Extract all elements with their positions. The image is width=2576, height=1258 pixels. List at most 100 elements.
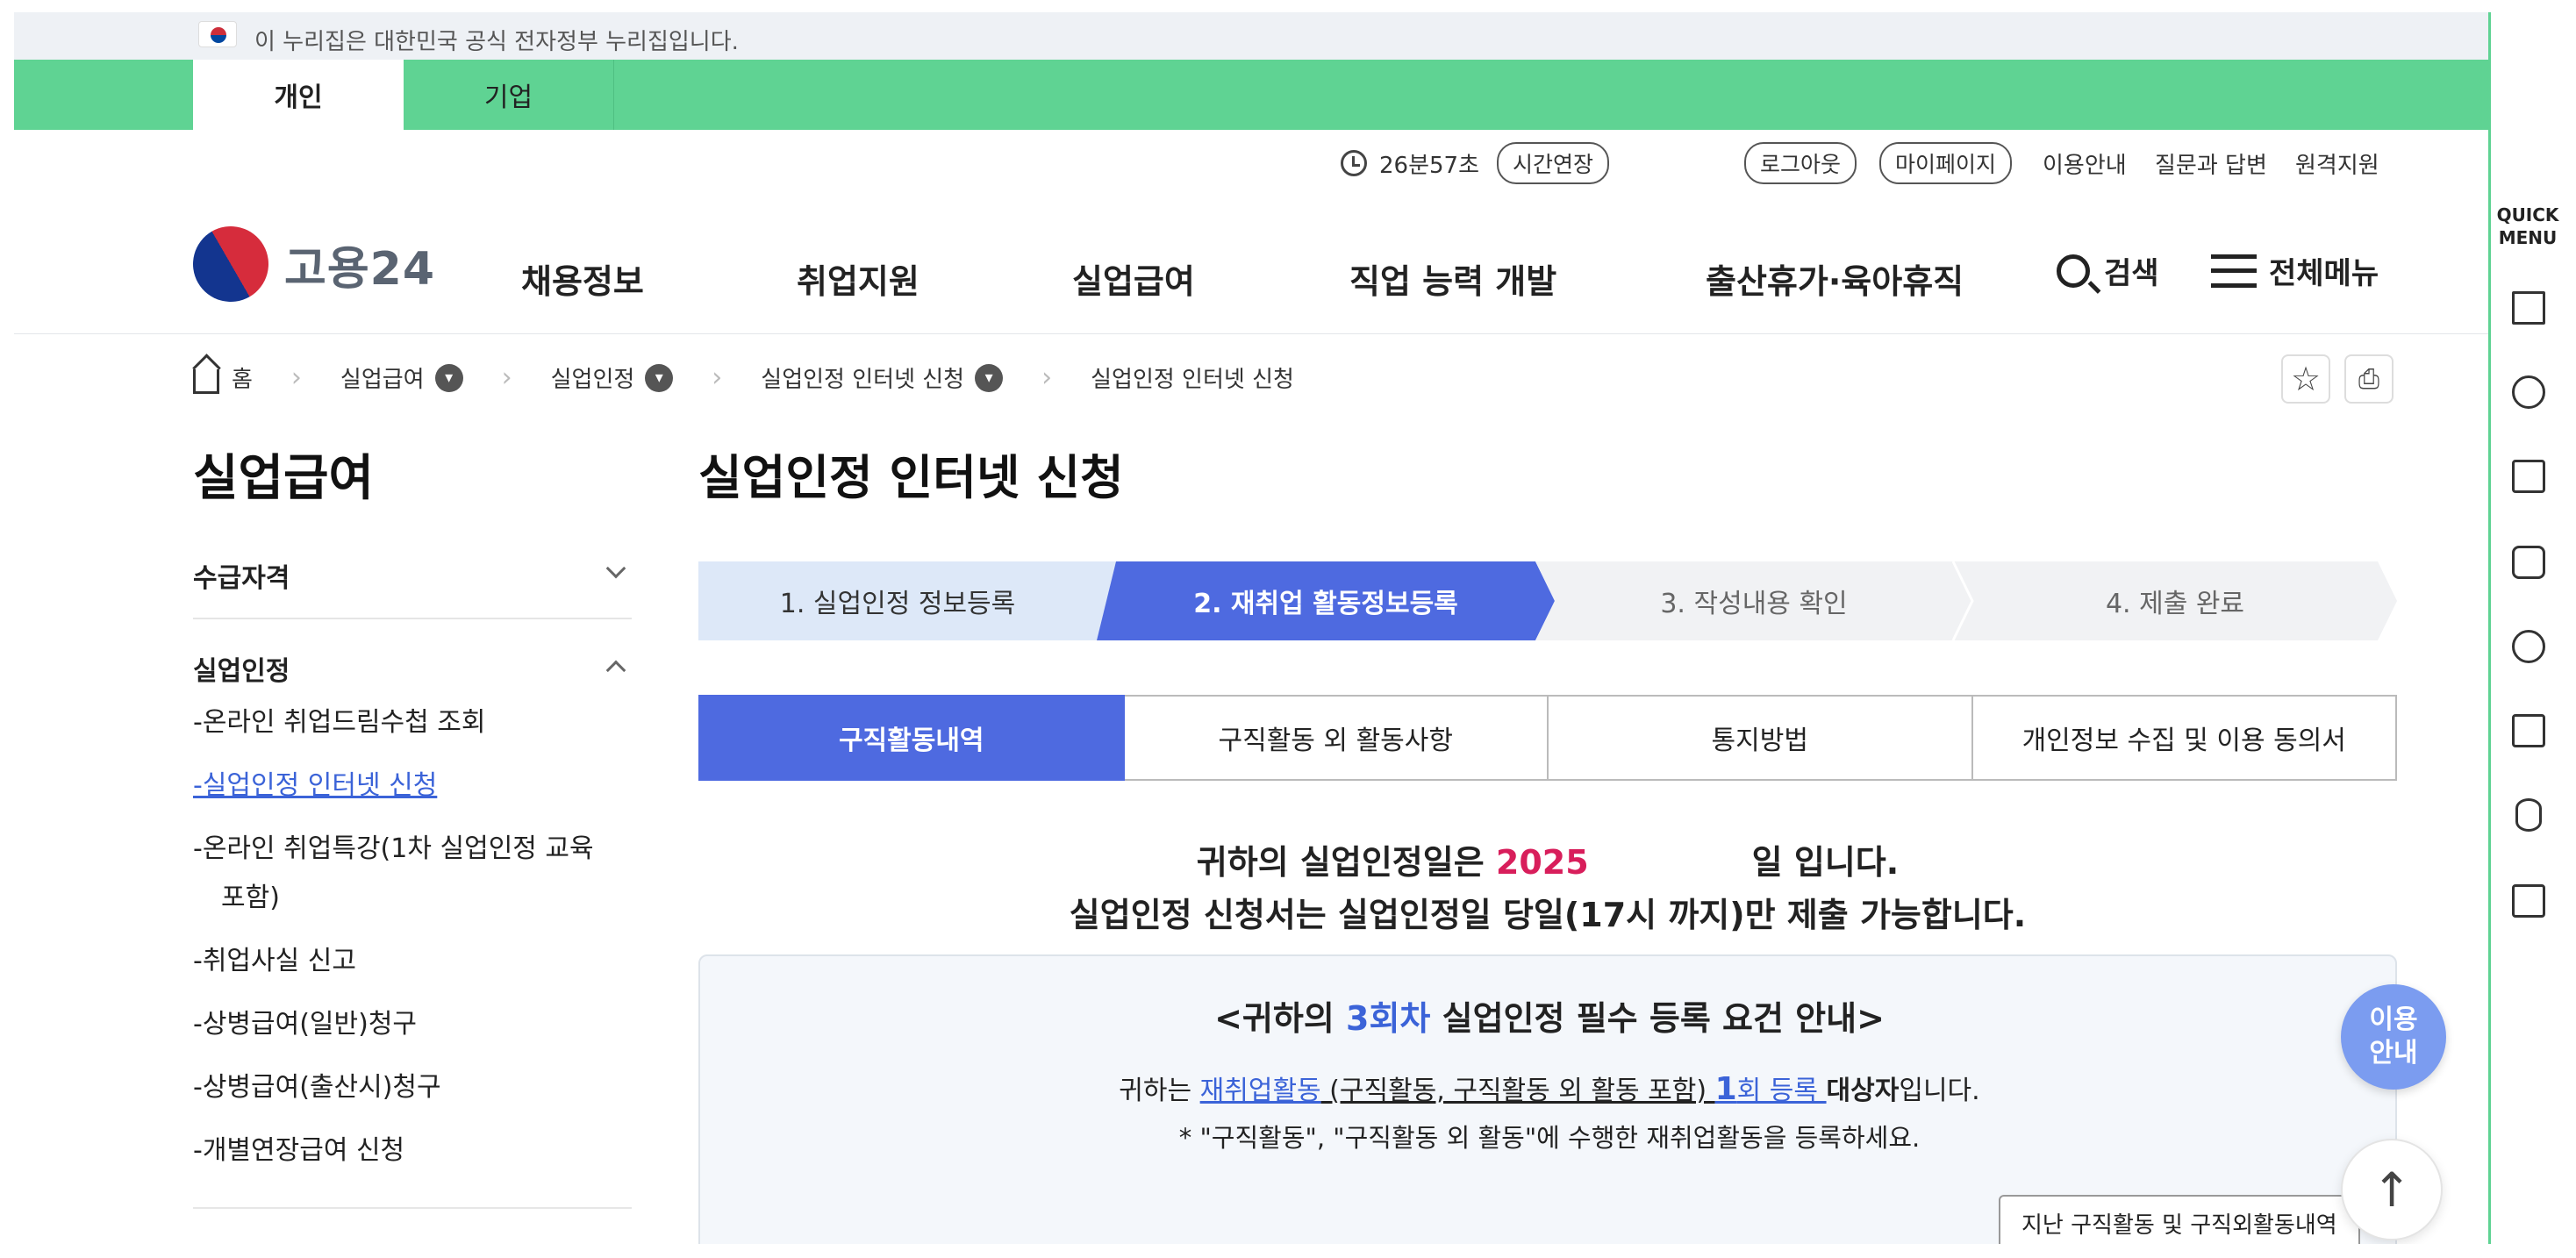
chevron-down-icon[interactable]: ▾ [434,363,463,392]
guide-link[interactable]: 이용안내 [2043,147,2127,180]
gnb-item-parental-leave[interactable]: 출산휴가·육아휴직 [1706,254,1964,303]
info-l1-count: 1 [1714,1071,1737,1107]
info-title-post: 실업인정 필수 등록 요건 안내> [1430,999,1885,1038]
chat-icon[interactable] [2512,375,2545,409]
scroll-top-button[interactable]: ↑ [2341,1139,2443,1240]
printer-icon[interactable] [2512,884,2545,918]
lnb-item-employment-report[interactable]: -취업사실 신고 [193,937,614,986]
reemployment-activity-link[interactable]: 재취업활동 [1200,1076,1321,1106]
info-instruction-line: * "구직활동", "구직활동 외 활동"에 수행한 재취업활동을 등록하세요. [1178,1123,1921,1153]
breadcrumb-level3[interactable]: 실업인정 인터넷 신청 [761,361,964,394]
breadcrumb-current: 실업인정 인터넷 신청 [1091,367,1294,393]
info-l1-end: 입니다. [1899,1076,1980,1106]
usage-guide-button[interactable]: 이용 안내 [2341,984,2446,1090]
gnb-item-vocational-training[interactable]: 직업 능력 개발 [1349,254,1556,303]
monitor-icon[interactable] [2512,460,2545,493]
info-title-pre: <귀하의 [1214,999,1347,1038]
chevron-right-icon: › [290,362,302,393]
browser-viewport: 이 누리집은 대한민국 공식 전자정부 누리집입니다. 개인 기업 26분57초… [14,12,2488,1244]
all-menu-label: 전체메뉴 [2269,256,2379,291]
submission-deadline-notice: 실업인정 신청서는 실업인정일 당일(17시 까지)만 제출 가능합니다. [1069,896,2027,934]
quick-title-2: MENU [2498,227,2558,248]
chevron-down-icon[interactable]: ▾ [975,363,1004,392]
gnb-item-unemployment-benefit[interactable]: 실업급여 [1072,254,1195,303]
lnb-item-extended-benefit[interactable]: -개별연장급여 신청 [193,1126,614,1176]
activity-tabs: 구직활동내역 구직활동 외 활동사항 통지방법 개인정보 수집 및 이용 동의서 [698,695,2397,781]
arrow-up-icon: ↑ [2372,1162,2412,1218]
info-title: <귀하의 3회차 실업인정 필수 등록 요건 안내> [700,991,2399,1040]
logout-button[interactable]: 로그아웃 [1744,142,1857,184]
logo-text: 고용24 [284,242,436,296]
notice-prefix: 귀하의 실업인정일은 [1196,843,1496,882]
lnb-item-sickness-general[interactable]: -상병급여(일반)청구 [193,1000,614,1049]
info-requirement-line: 귀하는 재취업활동 (구직활동, 구직활동 외 활동 포함) 1회 등록 대상자… [700,1069,2399,1107]
tab-other-activities[interactable]: 구직활동 외 활동사항 [1124,695,1549,781]
notice-suffix: 일 입니다. [1751,843,1900,882]
clock-icon [1341,150,1367,176]
tab-notification-method[interactable]: 통지방법 [1549,695,1973,781]
search-icon [2057,254,2090,288]
search-label: 검색 [2104,256,2159,291]
extend-time-button[interactable]: 시간연장 [1497,142,1610,184]
help-label-1: 이용 [2369,1004,2418,1035]
print-button[interactable]: ⎙ [2344,354,2394,404]
lnb-item-dream-notebook[interactable]: -온라인 취업드림수첩 조회 [193,698,614,747]
mypage-button[interactable]: 마이페이지 [1879,142,2013,184]
info-title-round: 3회차 [1346,999,1431,1038]
gov-banner-text: 이 누리집은 대한민국 공식 전자정부 누리집입니다. [254,29,739,55]
quick-title-1: QUICK [2496,204,2559,225]
lnb-section-certification[interactable]: 실업인정 [193,649,632,688]
chevron-right-icon: › [1041,362,1053,393]
progress-steps: 1. 실업인정 정보등록 2. 재취업 활동정보등록 3. 작성내용 확인 4.… [698,561,2397,640]
past-activity-history-button[interactable]: 지난 구직활동 및 구직외활동내역 [1999,1195,2360,1244]
site-logo[interactable]: 고용24 [179,212,436,316]
logo-mark-icon [179,212,283,316]
lnb-item-online-lecture[interactable]: -온라인 취업특강(1차 실업인정 교육 [193,825,614,874]
tab-privacy-consent[interactable]: 개인정보 수집 및 이용 동의서 [1972,695,2397,781]
gov-banner: 이 누리집은 대한민국 공식 전자정부 누리집입니다. [14,12,2488,60]
calculator-icon[interactable] [2512,714,2545,747]
breadcrumb-level2[interactable]: 실업인정 [551,361,635,394]
quick-menu: QUICK MENU [2488,12,2562,1244]
remote-support-link[interactable]: 원격지원 [2295,147,2379,180]
smile-icon[interactable] [2512,630,2545,663]
lnb-divider [193,618,632,619]
coin-stack-icon[interactable] [2515,798,2542,832]
info-l1-paren: (구직활동, 구직활동 외 활동 포함) [1320,1076,1715,1106]
gnb-item-jobs[interactable]: 채용정보 [521,254,644,303]
help-label-2: 안내 [2369,1038,2418,1069]
korea-flag-icon [198,21,237,47]
checklist-icon[interactable] [2512,546,2545,579]
info-l1-count-suffix: 회 등록 [1736,1076,1827,1106]
step-3: 3. 작성내용 확인 [1660,589,1848,619]
tab-job-search-history[interactable]: 구직활동내역 [698,695,1125,781]
breadcrumb-level1[interactable]: 실업급여 [340,361,425,394]
all-menu-button[interactable]: 전체메뉴 [2211,249,2379,292]
chevron-down-icon[interactable]: ▾ [645,363,674,392]
user-type-bar: 개인 기업 [14,60,2488,130]
session-timer: 26분57초 [1341,144,1479,182]
lnb-section-eligibility[interactable]: 수급자격 [193,556,632,595]
bookmark-star-button[interactable]: ☆ [2281,354,2330,404]
search-button[interactable]: 검색 [2057,249,2159,292]
breadcrumb-home[interactable]: 홈 [232,361,253,394]
qna-link[interactable]: 질문과 답변 [2155,147,2267,180]
lnb-item-sickness-childbirth[interactable]: -상병급여(출산시)청구 [193,1063,614,1112]
requirement-info-box: <귀하의 3회차 실업인정 필수 등록 요건 안내> 귀하는 재취업활동 (구직… [698,954,2397,1244]
gnb-item-employment-support[interactable]: 취업지원 [797,254,919,303]
chevron-right-icon: › [712,362,723,393]
page-title: 실업인정 인터넷 신청 [698,450,1124,505]
star-icon: ☆ [2290,360,2322,398]
step-2-current: 2. 재취업 활동정보등록 [1193,589,1458,619]
chevron-up-icon [605,660,626,681]
tab-personal[interactable]: 개인 [193,60,404,130]
building-icon[interactable] [2512,291,2545,325]
info-l1-target: 대상자 [1826,1076,1900,1106]
lnb-item-online-lecture-cont[interactable]: 포함) [221,874,642,923]
certification-date-notice: 귀하의 실업인정일은 2025 일 입니다. [698,835,2397,883]
printer-icon: ⎙ [2358,363,2379,395]
step-1: 1. 실업인정 정보등록 [779,589,1016,619]
chevron-down-icon [605,558,626,579]
tab-company[interactable]: 기업 [404,60,614,130]
lnb-item-internet-apply[interactable]: -실업인정 인터넷 신청 [193,761,614,811]
